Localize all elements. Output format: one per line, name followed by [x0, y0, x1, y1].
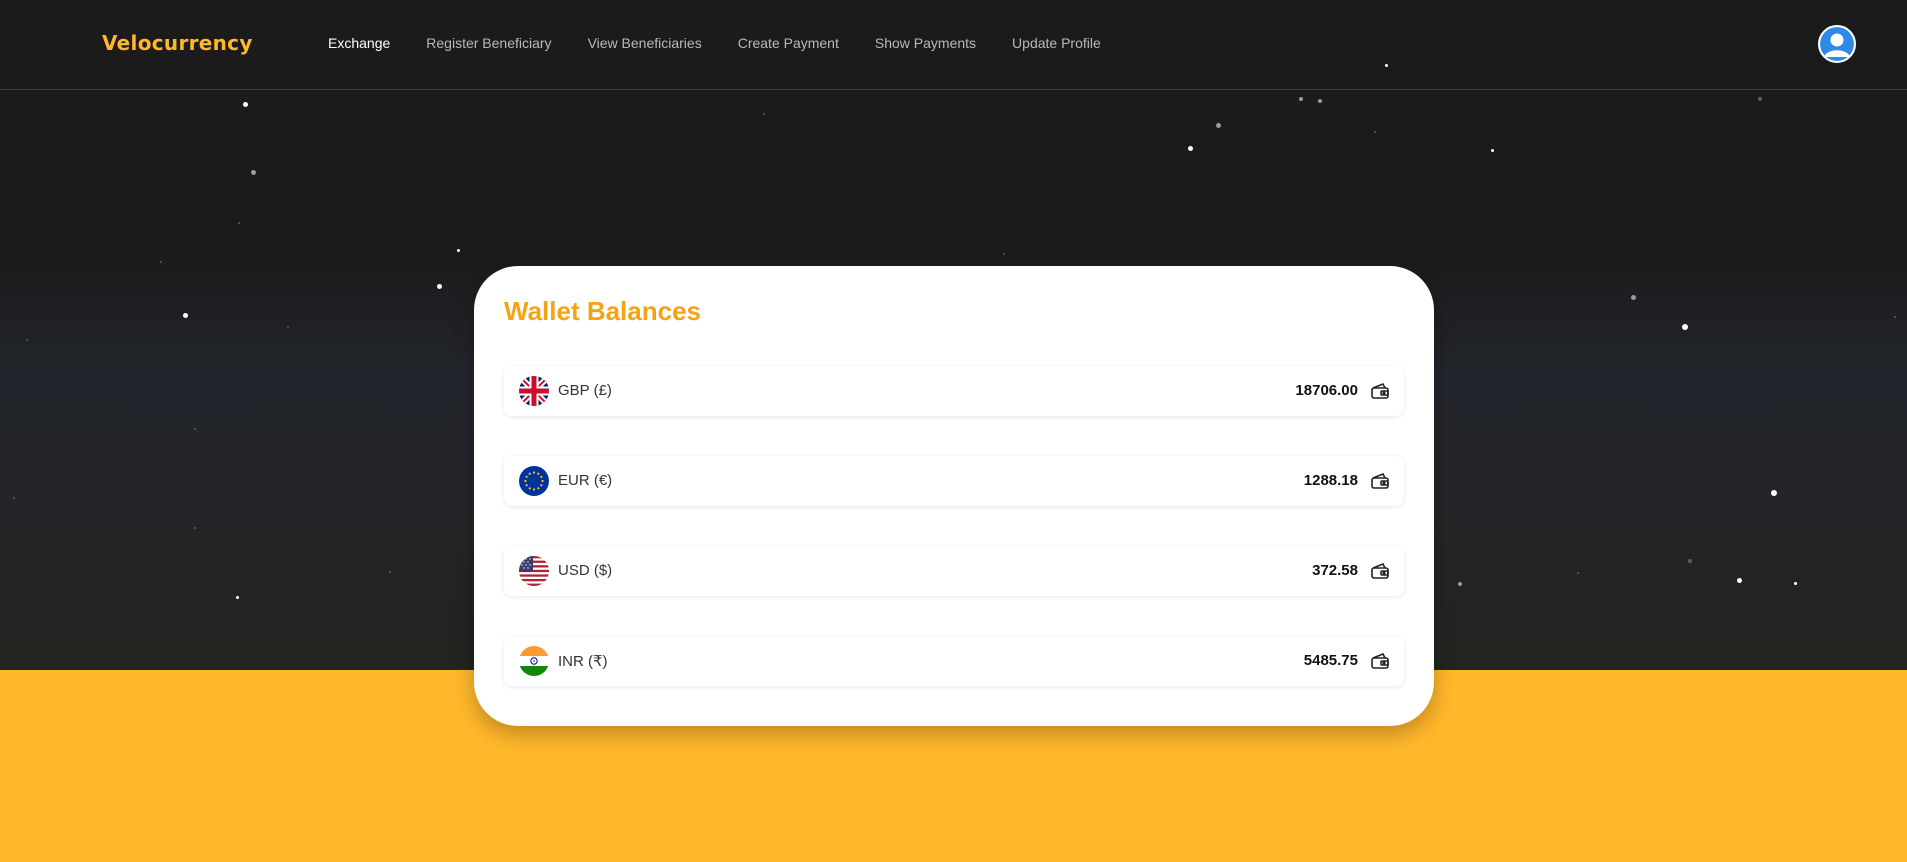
user-avatar-icon[interactable]	[1818, 25, 1856, 63]
eu-flag-icon	[519, 466, 549, 496]
balance-row-inr: INR (₹) 5485.75	[504, 636, 1404, 686]
currency-label: GBP (£)	[558, 382, 612, 399]
nav-show-payments[interactable]: Show Payments	[875, 35, 976, 51]
balance-amount: 1288.18	[1303, 472, 1358, 489]
nav-exchange[interactable]: Exchange	[328, 35, 390, 51]
top-navbar: Velocurrency Exchange Register Beneficia…	[0, 0, 1907, 90]
wallet-icon[interactable]	[1370, 651, 1390, 671]
wallet-balances-card: Wallet Balances GBP (£) 18706.00 EUR (€)…	[474, 266, 1434, 726]
balance-row-eur: EUR (€) 1288.18	[504, 456, 1404, 506]
balance-amount: 18706.00	[1295, 382, 1358, 399]
balance-row-usd: USD ($) 372.58	[504, 546, 1404, 596]
currency-label: EUR (€)	[558, 472, 613, 489]
main-nav: Exchange Register Beneficiary View Benef…	[328, 35, 1137, 51]
brand-logo[interactable]: Velocurrency	[102, 31, 253, 55]
us-flag-icon	[519, 556, 549, 586]
india-flag-icon	[519, 646, 549, 676]
nav-update-profile[interactable]: Update Profile	[1012, 35, 1101, 51]
currency-label: INR (₹)	[558, 653, 608, 670]
wallet-icon[interactable]	[1370, 561, 1390, 581]
uk-flag-icon	[519, 376, 549, 406]
wallet-icon[interactable]	[1370, 471, 1390, 491]
currency-label: USD ($)	[558, 562, 613, 579]
card-title: Wallet Balances	[504, 296, 702, 326]
wallet-icon[interactable]	[1370, 381, 1390, 401]
balance-amount: 5485.75	[1303, 652, 1358, 669]
balance-amount: 372.58	[1312, 562, 1358, 579]
nav-register-beneficiary[interactable]: Register Beneficiary	[426, 35, 551, 51]
nav-create-payment[interactable]: Create Payment	[738, 35, 839, 51]
balance-row-gbp: GBP (£) 18706.00	[504, 366, 1404, 416]
nav-view-beneficiaries[interactable]: View Beneficiaries	[588, 35, 702, 51]
